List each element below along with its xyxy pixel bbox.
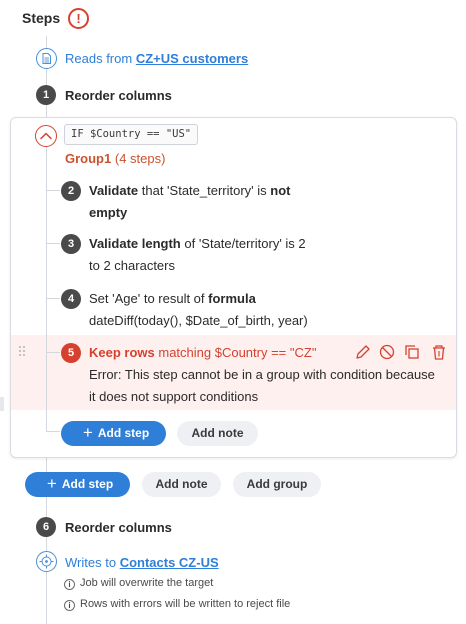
step-4-text[interactable]: Set 'Age' to result of formula dateDiff(… [89,288,308,332]
step-5-text[interactable]: Keep rows matching $Country == "CZ" [89,342,316,364]
source-link[interactable]: CZ+US customers [136,51,248,66]
target-note-1-text: Job will overwrite the target [80,577,214,589]
step-2-text[interactable]: Validate that 'State_territory' is not e… [89,180,291,224]
step-3-text[interactable]: Validate length of 'State/territory' is … [89,233,306,277]
group-add-step-label: Add step [97,426,150,440]
step-number-badge: 1 [36,85,56,105]
duplicate-icon[interactable] [405,345,419,359]
group-name[interactable]: Group1 (4 steps) [65,151,165,166]
group-step-count: (4 steps) [114,151,166,166]
branch-line [46,243,60,244]
add-step-label: Add step [61,477,114,491]
error-line-1: Error: This step cannot be in a group wi… [89,367,435,382]
add-group-button[interactable]: Add group [233,472,321,497]
group-add-note-button[interactable]: Add note [177,421,258,446]
step-2-action: Validate [89,183,139,198]
plus-icon: + [82,423,93,442]
step-3-line2: to 2 characters [89,258,175,273]
step-actions [355,343,450,361]
step-3-desc: of 'State/territory' is 2 [180,236,306,251]
step-label[interactable]: Reorder columns [65,520,172,535]
step-3-action: Validate length [89,236,181,251]
info-icon: i [64,579,75,590]
error-line-2: it does not support conditions [89,389,259,404]
page-title: Steps [22,10,61,26]
target-row: Writes to Contacts CZ-US [65,555,219,570]
branch-line [46,190,60,191]
target-icon [36,551,57,572]
step-5-error: Error: This step cannot be in a group wi… [89,364,435,408]
branch-line [46,352,60,353]
step-label[interactable]: Reorder columns [65,88,172,103]
branch-line [46,431,60,432]
add-note-button[interactable]: Add note [142,472,221,497]
plus-icon: + [46,474,57,493]
step-5-action: Keep rows [89,345,155,360]
target-link[interactable]: Contacts CZ-US [120,555,219,570]
step-4-desc: Set 'Age' to result of [89,291,209,306]
group-condition[interactable]: IF $Country == "US" [64,124,199,145]
branch-line [46,298,60,299]
group-add-step-button[interactable]: + Add step [61,421,166,446]
step-number-badge: 3 [61,234,81,254]
disable-icon[interactable] [379,344,395,360]
add-step-button[interactable]: + Add step [25,472,130,497]
chevron-up-icon[interactable] [35,125,57,147]
source-row: Reads from CZ+US customers [65,51,248,66]
step-number-badge: 2 [61,181,81,201]
target-note-2: i Rows with errors will be written to rej… [64,598,290,611]
group-name-label: Group1 [65,151,112,166]
scroll-notch [0,397,4,411]
step-2-line2: empty [89,205,128,220]
target-note-2-text: Rows with errors will be written to reje… [80,598,291,610]
drag-handle-icon[interactable] [18,345,26,357]
step-number-badge: 6 [36,517,56,537]
step-2-desc: that 'State_territory' is [138,183,271,198]
document-icon [36,48,57,69]
edit-icon[interactable] [356,345,370,359]
target-prefix: Writes to [65,555,117,570]
group-line [46,335,47,410]
step-number-badge: 4 [61,289,81,309]
step-4-action: formula [208,291,256,306]
info-icon: i [64,600,75,611]
timeline-line [46,572,47,624]
step-4-line2: dateDiff(today(), $Date_of_birth, year) [89,313,308,328]
step-2-bold2: not [270,183,291,198]
step-5-condition: matching $Country == "CZ" [154,345,317,360]
source-prefix: Reads from [65,51,133,66]
step-number-badge: 5 [61,343,81,363]
target-note-1: i Job will overwrite the target [64,577,213,590]
trash-icon[interactable] [433,345,445,360]
alert-icon[interactable]: ! [68,8,89,29]
